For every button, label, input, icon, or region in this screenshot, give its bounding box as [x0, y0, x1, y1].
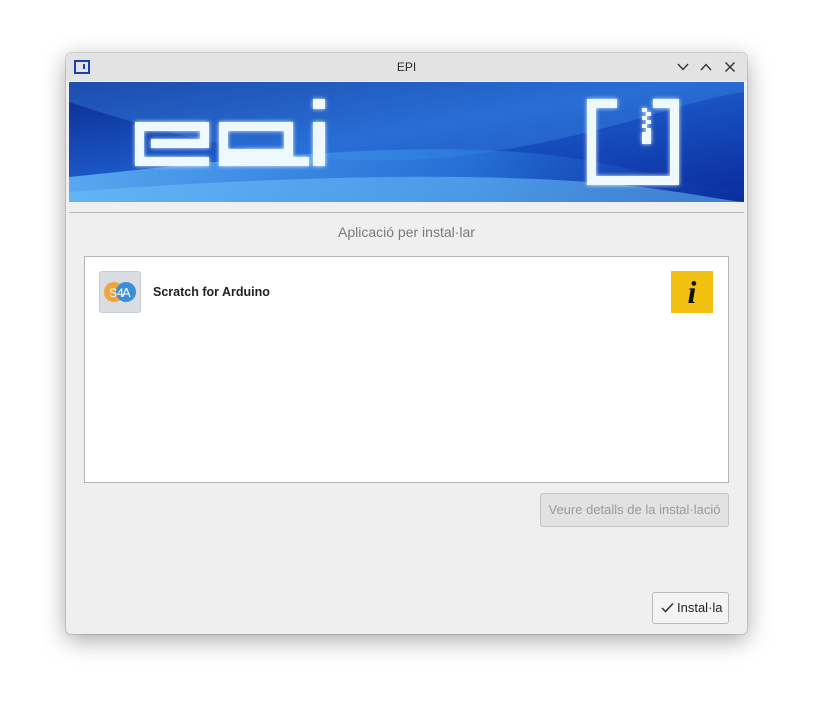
title-bar[interactable]: EPI: [66, 53, 747, 81]
epi-banner: epi: [69, 82, 744, 202]
close-button[interactable]: [723, 60, 737, 74]
separator: [69, 212, 744, 213]
logo-a-text: A: [122, 285, 131, 300]
section-subtitle: Aplicació per instal·lar: [338, 224, 475, 240]
installer-window: EPI Aplicació per instal·lar S4 A Scratc…: [66, 53, 747, 634]
app-name: Scratch for Arduino: [153, 285, 270, 299]
install-button[interactable]: Instal·la: [652, 592, 729, 624]
minimize-button[interactable]: [676, 60, 690, 74]
info-button[interactable]: i: [671, 271, 713, 313]
scratch-arduino-logo-icon: S4 A: [99, 271, 141, 313]
check-icon: [661, 602, 674, 613]
window-title: EPI: [396, 60, 417, 74]
view-install-details-button[interactable]: Veure detalls de la instal·lació: [540, 493, 729, 527]
app-list: S4 A Scratch for Arduino i: [84, 256, 729, 483]
install-button-label: Instal·la: [677, 600, 723, 615]
maximize-button[interactable]: [699, 60, 713, 74]
list-item[interactable]: S4 A Scratch for Arduino i: [85, 257, 728, 317]
